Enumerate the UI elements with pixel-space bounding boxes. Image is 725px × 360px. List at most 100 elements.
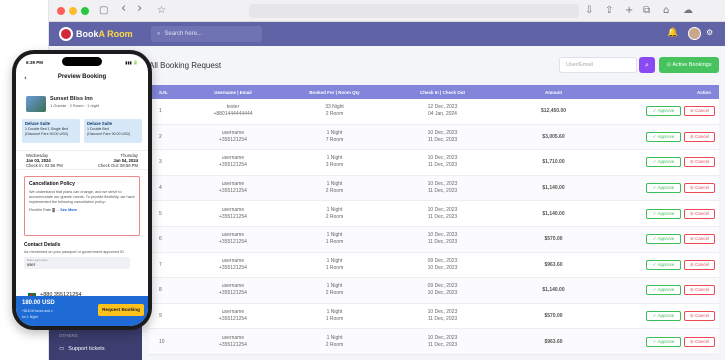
approve-button[interactable]: ✓ Approve [646, 131, 681, 142]
checkin-block: Wednesday Jan 03, 2024 Check In: 02:56 P… [26, 153, 63, 168]
back-arrow-icon[interactable]: ‹ [121, 2, 126, 16]
cell-sn: 6 [159, 236, 162, 243]
cell-actions: ✓ Approve ⊘ Cancel [604, 311, 719, 322]
table-row: 6 username +355121254 1 Night 1 Room 10 Dec, … [149, 226, 719, 253]
sidebar-item-label: Support tickets [68, 346, 105, 352]
cancel-button[interactable]: ⊘ Cancel [684, 131, 715, 142]
table-row: 8 username +355121254 1 Night 2 Room 09 Dec, … [149, 278, 719, 304]
minimize-window-dot[interactable] [69, 7, 77, 15]
contact-details-section: Contact Details As mentioned on your pas… [24, 242, 140, 292]
bookmark-star-icon[interactable]: ☆ [157, 4, 166, 18]
cancel-button[interactable]: ⊘ Cancel [684, 106, 715, 117]
cancel-button[interactable]: ⊘ Cancel [684, 208, 715, 219]
approve-button[interactable]: ✓ Approve [646, 157, 681, 168]
phone-screen-title: Preview Booking [57, 74, 107, 80]
cancel-button[interactable]: ⊘ Cancel [684, 336, 715, 347]
cancel-button[interactable]: ⊘ Cancel [684, 285, 715, 296]
search-icon: ⌕ [157, 30, 161, 37]
table-header: S.N. Username | Email Booked For | Room … [149, 85, 719, 99]
approve-button[interactable]: ✓ Approve [646, 311, 681, 322]
table-row: 4 username +355121254 1 Night 2 Room 10 Dec, … [149, 175, 719, 202]
cell-sn: 2 [159, 133, 162, 140]
cell-actions: ✓ Approve ⊘ Cancel [604, 336, 719, 347]
active-bookings-button[interactable]: ⊙ Active Bookings [659, 57, 719, 73]
cell-amount: $963.60 [544, 338, 563, 345]
cloud-icon[interactable]: ☁ [683, 4, 693, 18]
cell-dates: 12 Dec, 2023 04 Jan, 2024 [427, 104, 458, 118]
stay-dates: Wednesday Jan 03, 2024 Check In: 02:56 P… [16, 150, 148, 170]
checkout-block: Thursday Jan 04, 2024 Check Out: 08:56 P… [97, 153, 138, 168]
name-field-value: user [27, 262, 36, 267]
cell-amount: $3,005.60 [542, 133, 565, 140]
approve-button[interactable]: ✓ Approve [646, 208, 681, 219]
share-icon[interactable]: ⇪ [605, 4, 613, 18]
hotel-summary: Sunset Bliss Inn 1 Guests · 2 Room · 1 n… [26, 96, 99, 112]
address-bar[interactable] [249, 4, 579, 18]
cancel-button[interactable]: ⊘ Cancel [684, 234, 715, 245]
header-user: Username | Email [214, 89, 252, 95]
request-booking-button[interactable]: Request Booking [98, 304, 144, 316]
cell-user: username +355121254 [219, 155, 247, 169]
browser-toolbar: ▢ ‹ › ☆ ⇩ ⇪ + ⧉ ⌂ ☁ [49, 0, 725, 22]
cell-user: username +355121254 [219, 309, 247, 323]
filter-search-button[interactable]: ⌕ [639, 57, 655, 73]
sidebar-item-support-tickets[interactable]: ▭ Support tickets [59, 346, 105, 352]
name-field[interactable]: Enter your name user [24, 257, 130, 269]
download-icon[interactable]: ⇩ [585, 4, 593, 18]
nights-note: for 1 Night [22, 315, 38, 319]
home-icon[interactable]: ⌂ [663, 4, 669, 18]
logo-mark-icon [59, 27, 73, 41]
settings-gear-icon[interactable]: ⚙ [706, 28, 713, 37]
approve-button[interactable]: ✓ Approve [646, 234, 681, 245]
cell-booked: 1 Night 2 Room [325, 206, 344, 220]
header-action: Action [697, 89, 711, 95]
table-row: 9 username +355121254 1 Night 1 Room 10 Dec, … [149, 303, 719, 330]
cell-actions: ✓ Approve ⊘ Cancel [604, 234, 719, 245]
cell-sn: 3 [159, 159, 162, 166]
hotel-meta: 1 Guests · 2 Room · 1 night [50, 103, 100, 108]
cancel-button[interactable]: ⊘ Cancel [684, 259, 715, 270]
approve-button[interactable]: ✓ Approve [646, 106, 681, 117]
search-placeholder: Search here... [164, 31, 203, 37]
approve-button[interactable]: ✓ Approve [646, 259, 681, 270]
cancel-button[interactable]: ⊘ Cancel [684, 183, 715, 194]
cell-booked: 1 Night 2 Room [325, 181, 344, 195]
cell-dates: 10 Dec, 2023 11 Dec, 2023 [427, 206, 458, 220]
new-tab-icon[interactable]: + [625, 4, 633, 18]
table-row: 3 username +355121254 1 Night 3 Room 10 Dec, … [149, 150, 719, 176]
approve-button[interactable]: ✓ Approve [646, 285, 681, 296]
see-more-link[interactable]: See More [60, 208, 77, 212]
logo-text: BookA Room [76, 29, 133, 39]
cell-actions: ✓ Approve ⊘ Cancel [604, 208, 719, 219]
policy-text: We understand that plans can change, and… [29, 190, 135, 204]
notification-bell-icon[interactable]: 🔔 [667, 28, 678, 38]
room-title: Deluxe Suite [25, 121, 51, 126]
approve-button[interactable]: ✓ Approve [646, 336, 681, 347]
status-time: 6:39 PM [26, 60, 44, 65]
cell-actions: ✓ Approve ⊘ Cancel [604, 157, 719, 168]
cell-amount: $12,450.00 [540, 108, 567, 115]
cancel-button[interactable]: ⊘ Cancel [684, 311, 715, 322]
cell-user: username +355121254 [219, 334, 247, 348]
close-window-dot[interactable] [57, 7, 65, 15]
user-avatar[interactable] [688, 27, 701, 40]
cell-amount: $1,710.00 [542, 159, 565, 166]
cancel-button[interactable]: ⊘ Cancel [684, 157, 715, 168]
brand-logo[interactable]: BookA Room [59, 25, 133, 43]
cell-sn: 8 [159, 287, 162, 294]
approve-button[interactable]: ✓ Approve [646, 183, 681, 194]
global-search-input[interactable]: ⌕ Search here... [151, 26, 262, 42]
cell-amount: $1,140.00 [542, 185, 565, 192]
tabs-overview-icon[interactable]: ⧉ [643, 4, 650, 18]
forward-arrow-icon[interactable]: › [137, 2, 142, 16]
total-price: 180.00 USD [22, 300, 55, 306]
sidebar-toggle-icon[interactable]: ▢ [99, 4, 108, 18]
room-card-1: Deluxe Suite 1 Double Bed 1 Single Bed (… [22, 119, 80, 143]
tax-note: +$18.00 taxes and c [22, 309, 53, 313]
policy-footer: Flexible Rate ▓ ... See More [29, 208, 78, 212]
status-indicators: ▮▮▮ 🔋 [125, 60, 138, 65]
policy-title: Cancellation Policy [29, 181, 75, 187]
zoom-window-dot[interactable] [81, 7, 89, 15]
user-email-filter-input[interactable]: User/Email [559, 57, 637, 73]
dynamic-island [62, 57, 102, 66]
